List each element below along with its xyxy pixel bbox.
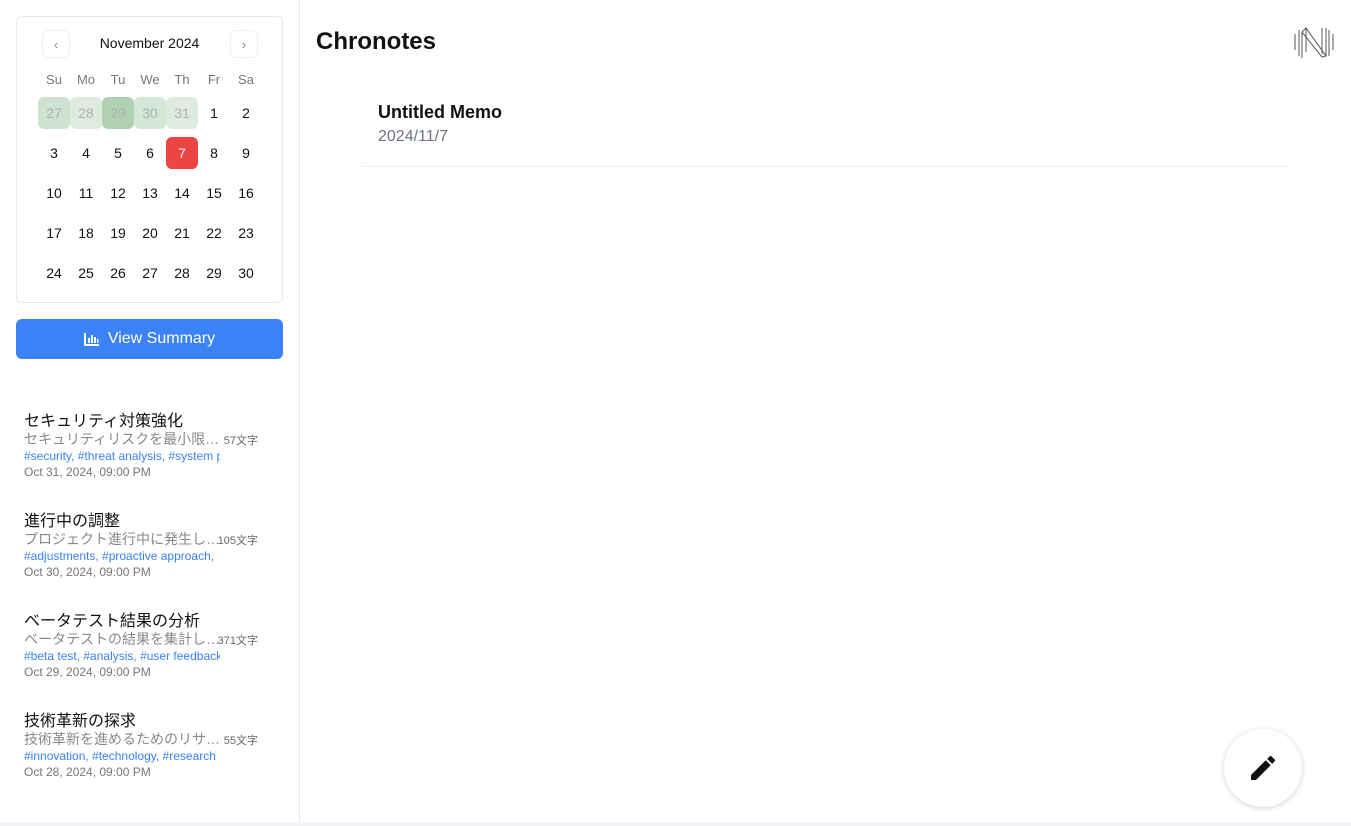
memo-date: Oct 29, 2024, 09:00 PM [24, 665, 151, 679]
memo-list-item[interactable]: 進行中の調整 プロジェクト進行中に発生した問題への対応105文字 #adjust… [24, 507, 258, 579]
page-title: Chronotes [316, 28, 436, 55]
calendar-day[interactable]: 8 [198, 137, 230, 169]
memo-title: セキュリティ対策強化 [24, 413, 184, 430]
calendar-day[interactable]: 23 [230, 217, 262, 249]
calendar-day[interactable]: 17 [38, 217, 70, 249]
calendar-day[interactable]: 31 [166, 97, 198, 129]
memo-entry-title: Untitled Memo [378, 102, 502, 122]
calendar-day[interactable]: 29 [102, 97, 134, 129]
memo-char-count: 105文字 [217, 535, 258, 547]
calendar-day[interactable]: 10 [38, 177, 70, 209]
calendar-day[interactable]: 26 [102, 257, 134, 289]
memo-char-count: 57文字 [223, 435, 258, 447]
memo-date: Oct 30, 2024, 09:00 PM [24, 565, 151, 579]
calendar-day[interactable]: 30 [134, 97, 166, 129]
memo-preview: セキュリティリスクを最小限に抑えるための [24, 431, 220, 447]
weekday-label: Sa [238, 72, 254, 87]
view-summary-label: View Summary [107, 330, 216, 347]
calendar-day[interactable]: 19 [102, 217, 134, 249]
memo-list-item[interactable]: 技術革新の探求 技術革新を進めるためのリサーチを実施55文字 #innovati… [24, 707, 258, 779]
memo-list-item[interactable]: セキュリティ対策強化 セキュリティリスクを最小限に抑えるための57文字 #sec… [24, 407, 258, 479]
n-logo-icon [1294, 27, 1334, 58]
weekday-label: Fr [207, 72, 221, 87]
calendar-day-selected[interactable]: 7 [166, 137, 198, 169]
memo-char-count: 371文字 [217, 635, 258, 647]
memo-preview: 技術革新を進めるためのリサーチを実施 [24, 731, 220, 747]
memo-preview: ベータテストの結果を集計し分析しました [24, 631, 220, 647]
bar-chart-icon [83, 333, 99, 346]
memo-entry-date: 2024/11/7 [378, 128, 448, 145]
weekday-label: Th [174, 72, 190, 87]
calendar-day[interactable]: 24 [38, 257, 70, 289]
calendar-day[interactable]: 28 [166, 257, 198, 289]
calendar-day[interactable]: 18 [70, 217, 102, 249]
calendar-day[interactable]: 21 [166, 217, 198, 249]
calendar-day[interactable]: 2 [230, 97, 262, 129]
bottom-edge [0, 822, 1351, 826]
calendar-day[interactable]: 1 [198, 97, 230, 129]
memo-char-count: 55文字 [223, 735, 258, 747]
calendar-day[interactable]: 11 [70, 177, 102, 209]
calendar-day[interactable]: 3 [38, 137, 70, 169]
memo-entry[interactable]: Untitled Memo 2024/11/7 [362, 92, 1290, 167]
weekday-label: We [140, 72, 160, 87]
calendar-day[interactable]: 27 [134, 257, 166, 289]
calendar: ‹ November 2024 › Su Mo Tu We Th Fr Sa 27 28 29 30… [16, 16, 283, 303]
calendar-day[interactable]: 12 [102, 177, 134, 209]
calendar-day[interactable]: 4 [70, 137, 102, 169]
calendar-day[interactable]: 14 [166, 177, 198, 209]
memo-list-item[interactable]: ベータテスト結果の分析 ベータテストの結果を集計し分析しました371文字 #be… [24, 607, 258, 679]
calendar-day[interactable]: 22 [198, 217, 230, 249]
memo-date: Oct 28, 2024, 09:00 PM [24, 765, 151, 779]
calendar-day[interactable]: 9 [230, 137, 262, 169]
memo-list-item-partial[interactable] [24, 807, 258, 817]
chevron-right-icon[interactable]: › [230, 30, 258, 58]
memo-title: ベータテスト結果の分析 [24, 613, 201, 630]
memo-title: 技術革新の探求 [24, 713, 137, 730]
view-summary-button[interactable]: View Summary [16, 319, 283, 359]
sidebar: ‹ November 2024 › Su Mo Tu We Th Fr Sa 27 28 29 30… [0, 0, 300, 826]
memo-tags: #innovation, #technology, #research [24, 749, 216, 763]
calendar-day[interactable]: 28 [70, 97, 102, 129]
memo-tags: #adjustments, #proactive approach, [24, 549, 215, 563]
memo-preview: プロジェクト進行中に発生した問題への対応 [24, 531, 220, 547]
calendar-day[interactable]: 27 [38, 97, 70, 129]
new-memo-button[interactable] [1224, 729, 1302, 807]
memo-tags: #security, #threat analysis, #system pro… [24, 449, 220, 463]
calendar-day[interactable]: 30 [230, 257, 262, 289]
memo-title: 進行中の調整 [24, 513, 121, 530]
memo-tags: #beta test, #analysis, #user feedback [24, 649, 220, 663]
calendar-day[interactable]: 6 [134, 137, 166, 169]
pencil-icon [1251, 755, 1275, 780]
weekday-label: Tu [110, 72, 126, 87]
calendar-day[interactable]: 5 [102, 137, 134, 169]
weekday-label: Su [46, 72, 62, 87]
calendar-day[interactable]: 25 [70, 257, 102, 289]
weekday-label: Mo [76, 72, 96, 87]
memo-date: Oct 31, 2024, 09:00 PM [24, 465, 151, 479]
calendar-day[interactable]: 15 [198, 177, 230, 209]
calendar-day[interactable]: 16 [230, 177, 262, 209]
calendar-day[interactable]: 20 [134, 217, 166, 249]
calendar-day[interactable]: 13 [134, 177, 166, 209]
calendar-day[interactable]: 29 [198, 257, 230, 289]
